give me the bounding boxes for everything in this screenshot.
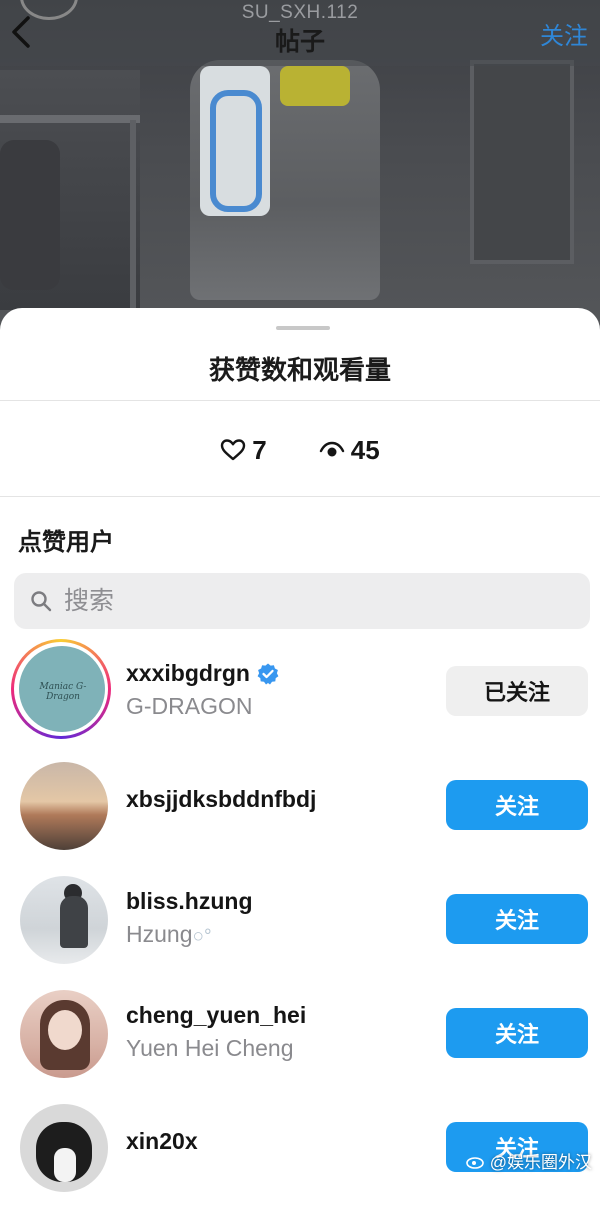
list-item[interactable]: xbsjjdksbddnfbdj 关注: [0, 752, 600, 866]
avatar[interactable]: [20, 990, 108, 1078]
liked-users-heading: 点赞用户: [18, 529, 114, 556]
list-item[interactable]: Maniac G-Dragon xxxibgdrgn G-DRAGON 已关注: [0, 638, 600, 752]
search-input[interactable]: [62, 585, 546, 617]
stats-row: 7 45: [0, 430, 600, 470]
follow-button[interactable]: 关注: [446, 780, 588, 830]
divider: [0, 496, 600, 497]
sheet-drag-handle[interactable]: [276, 326, 330, 330]
username[interactable]: bliss.hzung: [126, 888, 253, 915]
follow-button[interactable]: 关注: [446, 1008, 588, 1058]
list-item[interactable]: cheng_yuen_hei Yuen Hei Cheng 关注: [0, 980, 600, 1094]
post-author-username: SU_SXH.112: [241, 2, 359, 23]
follow-author-button[interactable]: 关注: [540, 16, 588, 51]
avatar[interactable]: [20, 762, 108, 850]
likes-count: 7: [252, 434, 267, 465]
full-name: G-DRAGON: [126, 693, 253, 719]
likes-stat: 7: [220, 434, 267, 466]
full-name: Hzung○°: [126, 921, 212, 947]
page-title: 帖子: [274, 28, 325, 56]
search-icon: [31, 591, 52, 612]
verified-badge-icon: [257, 663, 279, 684]
sheet-title: 获赞数和观看量: [208, 355, 391, 385]
views-stat: 45: [319, 435, 380, 466]
avatar[interactable]: Maniac G-Dragon: [19, 646, 105, 732]
username[interactable]: xbsjjdksbddnfbdj: [126, 786, 316, 813]
top-nav: SU_SXH.112 帖子 关注: [0, 0, 600, 66]
weibo-icon: [465, 1156, 484, 1169]
full-name: Yuen Hei Cheng: [126, 1035, 294, 1061]
avatar[interactable]: [20, 876, 108, 964]
avatar[interactable]: [20, 1104, 108, 1192]
likes-views-sheet: 获赞数和观看量 7 45 点赞用户 搜索 Maniac G-Dragon xxx…: [0, 308, 600, 1192]
eye-icon: [319, 441, 344, 457]
avatar-logo-text: Maniac G-Dragon: [39, 682, 87, 702]
search-bar[interactable]: [14, 573, 590, 629]
username[interactable]: xin20x: [126, 1128, 198, 1155]
views-count: 45: [350, 434, 380, 465]
heart-icon: [221, 439, 246, 461]
divider: [0, 400, 600, 401]
follow-button[interactable]: 关注: [446, 894, 588, 944]
following-button[interactable]: 已关注: [446, 666, 588, 716]
username[interactable]: xxxibgdrgn: [126, 660, 280, 687]
watermark: @娱乐圈外汉: [465, 1148, 592, 1173]
list-item[interactable]: bliss.hzung Hzung○° 关注: [0, 866, 600, 980]
username[interactable]: cheng_yuen_hei: [126, 1002, 306, 1029]
liked-users-list: Maniac G-Dragon xxxibgdrgn G-DRAGON 已关注 …: [0, 638, 600, 1208]
bubble-emoji: ○°: [192, 926, 212, 947]
